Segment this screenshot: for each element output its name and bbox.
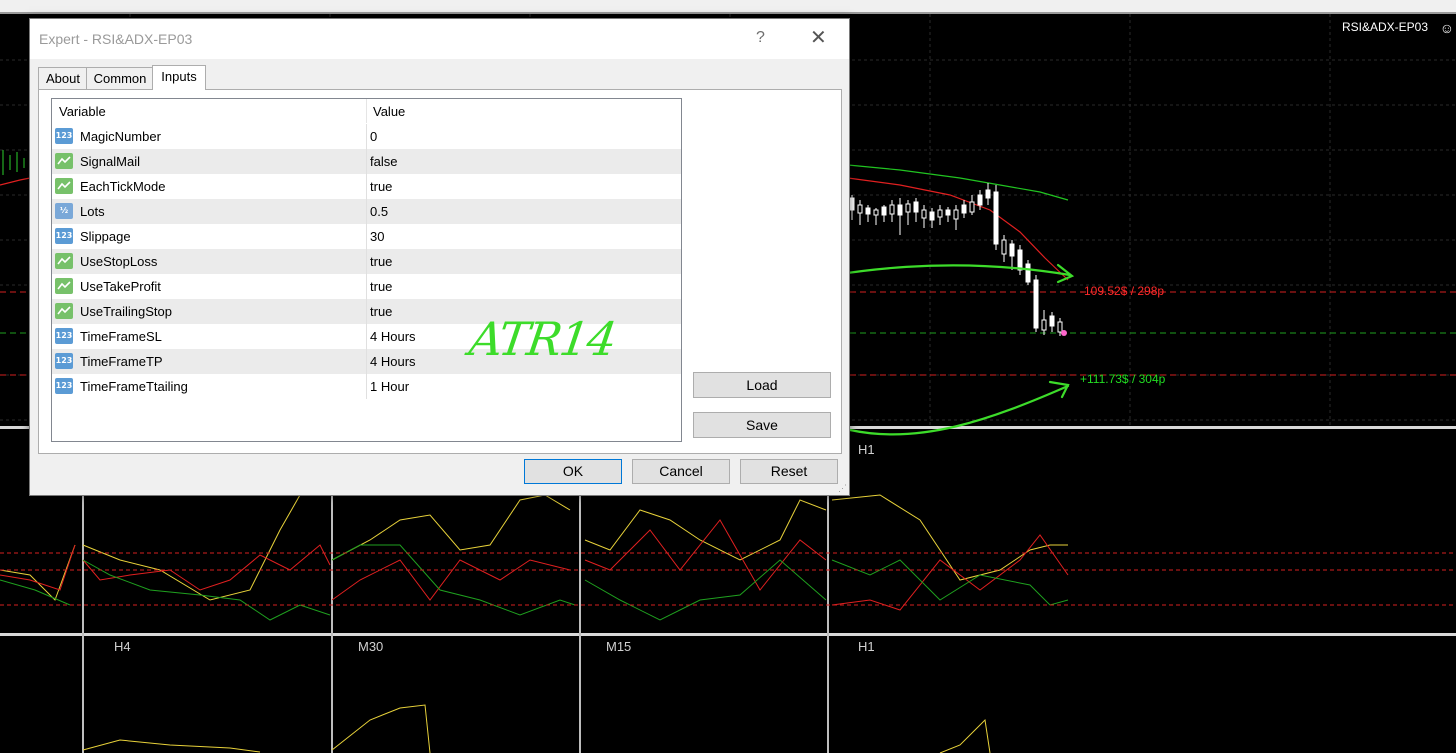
variable-value[interactable]: 0.5	[370, 204, 388, 219]
variable-name: EachTickMode	[80, 179, 166, 194]
column-header-value[interactable]: Value	[373, 104, 405, 119]
boolean-icon	[55, 253, 73, 269]
help-button[interactable]: ?	[756, 29, 765, 47]
variable-value[interactable]: 30	[370, 229, 384, 244]
table-row[interactable]: 123 Slippage 30	[52, 224, 681, 249]
variable-value[interactable]: 4 Hours	[370, 354, 416, 369]
table-row[interactable]: UseTakeProfit true	[52, 274, 681, 299]
reset-button[interactable]: Reset	[740, 459, 838, 484]
variable-name: Slippage	[80, 229, 131, 244]
variable-name: UseStopLoss	[80, 254, 158, 269]
inputs-panel: Variable Value 123 MagicNumber 0 SignalM…	[38, 89, 842, 454]
variable-name: SignalMail	[80, 154, 140, 169]
timeframe-label-middle: H1	[858, 442, 875, 457]
expert-properties-dialog: Expert - RSI&ADX-EP03 ? ✕ About Common I…	[29, 18, 850, 496]
close-button[interactable]: ✕	[810, 25, 827, 50]
table-row[interactable]: EachTickMode true	[52, 174, 681, 199]
boolean-icon	[55, 303, 73, 319]
timeframe-label: H1	[858, 639, 875, 654]
integer-icon: 123	[55, 128, 73, 144]
table-row[interactable]: UseStopLoss true	[52, 249, 681, 274]
take-profit-label: +111.73$ / 304p	[1080, 372, 1166, 386]
tab-common[interactable]: Common	[86, 67, 154, 89]
cancel-button[interactable]: Cancel	[632, 459, 730, 484]
timeframe-label: M30	[358, 639, 384, 654]
variable-name: Lots	[80, 204, 105, 219]
variable-value[interactable]: false	[370, 154, 397, 169]
tab-about[interactable]: About	[38, 67, 88, 89]
variable-name: TimeFrameTtailing	[80, 379, 188, 394]
variable-name: UseTrailingStop	[80, 304, 173, 319]
variable-value[interactable]: true	[370, 304, 392, 319]
boolean-icon	[55, 178, 73, 194]
table-row[interactable]: ½ Lots 0.5	[52, 199, 681, 224]
integer-icon: 123	[55, 378, 73, 394]
ok-button[interactable]: OK	[524, 459, 622, 484]
variable-value[interactable]: 0	[370, 129, 377, 144]
column-header-variable[interactable]: Variable	[59, 104, 106, 119]
handwritten-annotation: ATR14	[466, 312, 619, 366]
expert-name-label: RSI&ADX-EP03	[1341, 20, 1428, 34]
table-header: Variable Value	[52, 99, 681, 123]
resize-grip-icon[interactable]: ⋰	[838, 483, 847, 494]
dialog-titlebar[interactable]: Expert - RSI&ADX-EP03 ? ✕	[30, 19, 849, 59]
integer-icon: 123	[55, 228, 73, 244]
table-row[interactable]: 123 MagicNumber 0	[52, 124, 681, 149]
timeframe-label: M15	[606, 639, 632, 654]
table-row[interactable]: 123 TimeFrameTtailing 1 Hour	[52, 374, 681, 399]
load-button[interactable]: Load	[693, 372, 831, 398]
variable-name: TimeFrameTP	[80, 354, 163, 369]
variable-name: TimeFrameSL	[80, 329, 162, 344]
variable-name: UseTakeProfit	[80, 279, 161, 294]
save-button[interactable]: Save	[693, 412, 831, 438]
table-row[interactable]: SignalMail false	[52, 149, 681, 174]
double-icon: ½	[55, 203, 73, 219]
variable-value[interactable]: 4 Hours	[370, 329, 416, 344]
smiley-icon: ☺	[1439, 20, 1454, 36]
variable-name: MagicNumber	[80, 129, 161, 144]
boolean-icon	[55, 278, 73, 294]
variable-value[interactable]: true	[370, 179, 392, 194]
variable-value[interactable]: true	[370, 279, 392, 294]
timeframe-label: H4	[114, 639, 131, 654]
integer-icon: 123	[55, 328, 73, 344]
variable-value[interactable]: true	[370, 254, 392, 269]
dialog-title: Expert - RSI&ADX-EP03	[39, 31, 193, 47]
boolean-icon	[55, 153, 73, 169]
tab-inputs[interactable]: Inputs	[152, 65, 206, 90]
inputs-table: Variable Value 123 MagicNumber 0 SignalM…	[51, 98, 682, 442]
integer-icon: 123	[55, 353, 73, 369]
variable-value[interactable]: 1 Hour	[370, 379, 409, 394]
stop-loss-label: -109.52$ / 298p	[1080, 284, 1165, 298]
